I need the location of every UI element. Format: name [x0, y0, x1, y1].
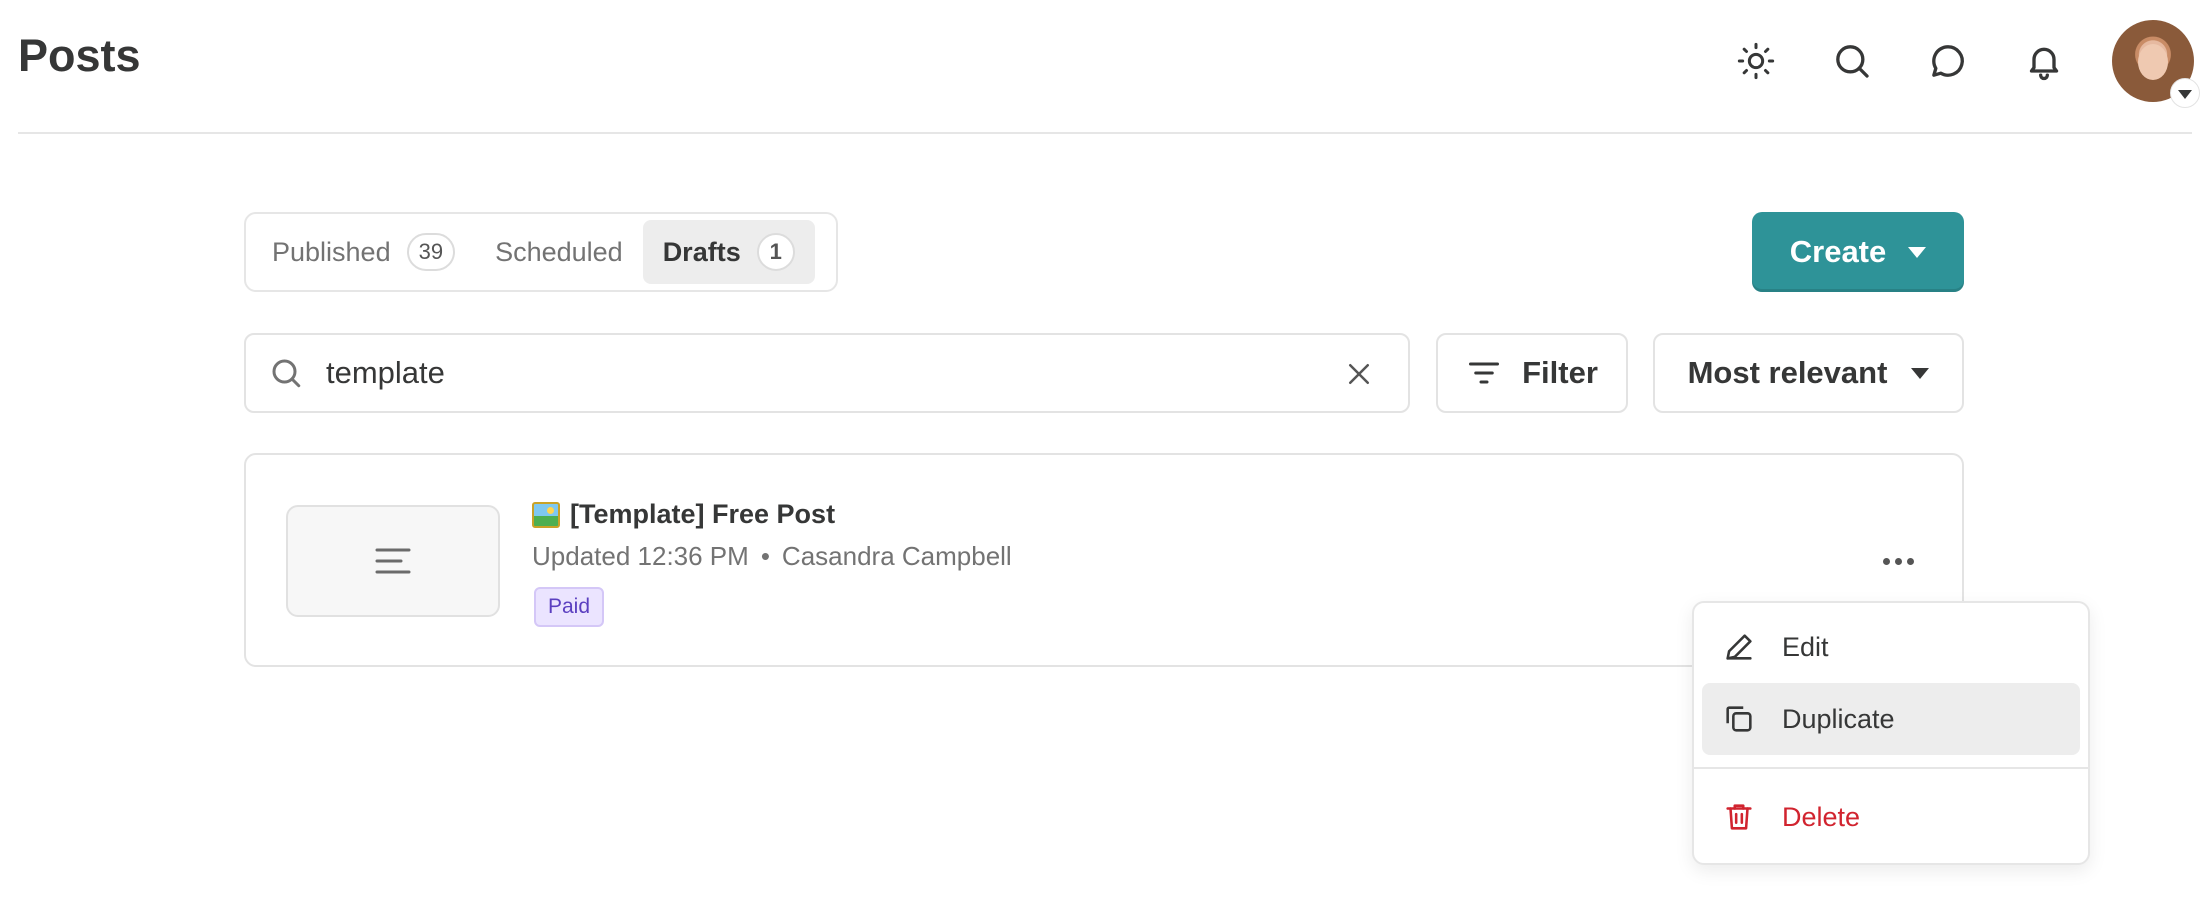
sort-select-value: Most relevant: [1687, 355, 1888, 390]
search-input[interactable]: [326, 335, 1226, 411]
close-icon[interactable]: [1344, 359, 1374, 389]
header-search-button[interactable]: [1804, 20, 1900, 102]
tab-label: Drafts: [662, 236, 741, 267]
sort-select[interactable]: Most relevant: [1653, 333, 1964, 413]
filter-button-label: Filter: [1522, 355, 1598, 390]
menu-item-label: Duplicate: [1782, 703, 1895, 734]
post-title[interactable]: [Template] Free Post: [532, 499, 835, 530]
picture-icon: [532, 501, 560, 528]
page-title: Posts: [18, 30, 141, 81]
create-button[interactable]: Create: [1752, 212, 1964, 292]
theme-toggle-button[interactable]: [1708, 20, 1804, 102]
menu-item-label: Edit: [1782, 631, 1829, 662]
post-actions-menu: Edit Duplicate Delete: [1692, 601, 2090, 865]
header-divider: [18, 132, 2192, 134]
tab-label: Published: [272, 236, 391, 267]
post-thumbnail: [286, 505, 500, 617]
post-meta: Updated 12:36 PM • Casandra Campbell: [532, 541, 1012, 572]
header-toolbar: [1708, 20, 2200, 108]
tab-label: Scheduled: [495, 236, 623, 267]
menu-item-delete[interactable]: Delete: [1702, 781, 2080, 853]
more-options-button[interactable]: [1876, 539, 1920, 583]
duplicate-icon: [1726, 706, 1752, 732]
create-button-label: Create: [1789, 234, 1887, 269]
post-status-tabs: Published 39 Scheduled Drafts 1: [244, 212, 838, 292]
chat-icon: [1932, 45, 1964, 77]
search-box: [244, 333, 1410, 413]
trash-icon: [1726, 804, 1752, 830]
more-icon-dot: [1894, 557, 1902, 565]
status-badge: Paid: [534, 587, 605, 627]
more-icon: [1882, 557, 1890, 565]
menu-divider: [1694, 767, 2088, 769]
meta-separator: •: [760, 541, 770, 571]
sun-icon: [1737, 42, 1775, 80]
tab-published[interactable]: Published 39: [252, 220, 475, 284]
text-lines-icon: [375, 548, 411, 574]
post-title-text: [Template] Free Post: [570, 499, 836, 529]
chevron-down-icon: [1911, 367, 1930, 379]
pencil-icon: [1726, 634, 1752, 660]
tab-drafts[interactable]: Drafts 1: [642, 220, 815, 284]
filter-icon: [1469, 362, 1500, 384]
posts-page: Posts Published 39 Scheduled Drafts 1 Cr…: [0, 0, 2210, 920]
post-updated-time: Updated 12:36 PM: [532, 541, 749, 571]
bell-icon: [2029, 47, 2059, 81]
filter-button[interactable]: Filter: [1436, 333, 1628, 413]
account-menu-button[interactable]: [2112, 20, 2200, 108]
chevron-down-icon: [1908, 246, 1927, 258]
menu-item-duplicate[interactable]: Duplicate: [1702, 683, 2080, 755]
messages-button[interactable]: [1900, 20, 1996, 102]
notifications-button[interactable]: [1996, 20, 2092, 102]
tab-count-badge: 1: [756, 233, 795, 271]
tab-count-badge: 39: [406, 233, 456, 271]
post-author: Casandra Campbell: [781, 541, 1012, 571]
chevron-down-icon: [2170, 78, 2200, 108]
search-icon: [1836, 45, 1869, 78]
menu-item-label: Delete: [1782, 801, 1861, 832]
more-icon-dot: [1906, 557, 1914, 565]
search-icon: [272, 359, 301, 388]
menu-item-edit[interactable]: Edit: [1702, 611, 2080, 683]
tab-scheduled[interactable]: Scheduled: [475, 220, 643, 284]
